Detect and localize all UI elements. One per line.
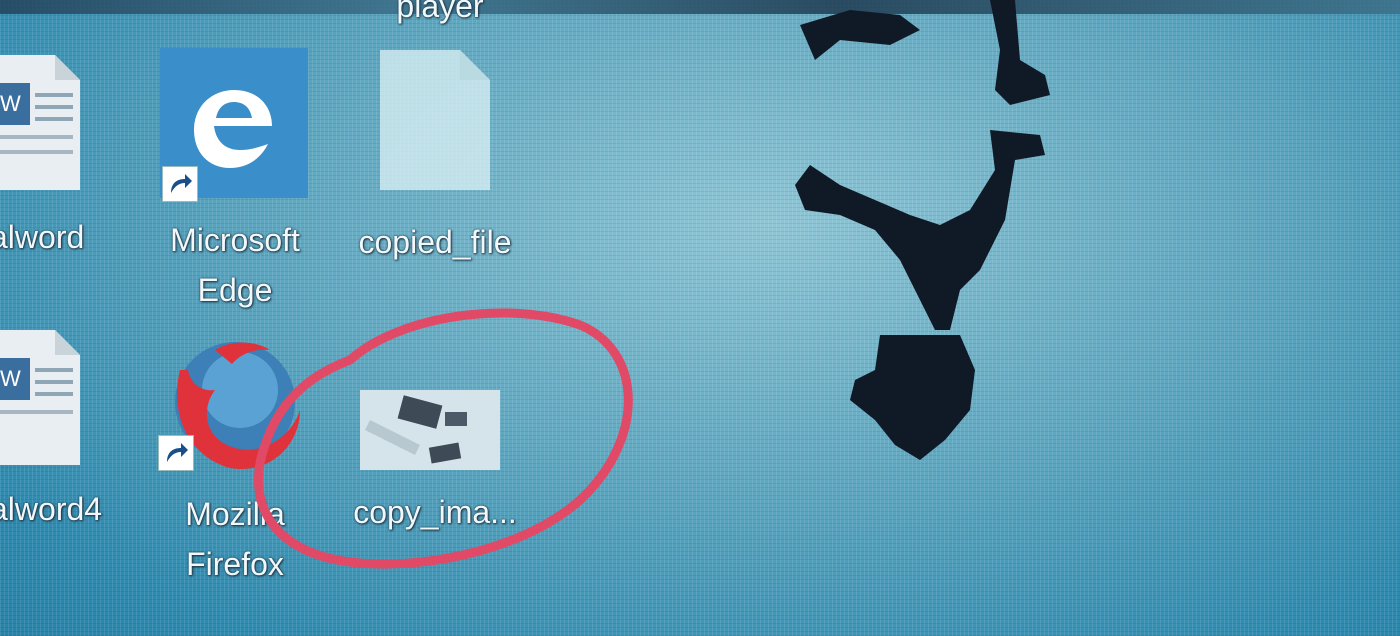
- blank-file-icon: [380, 50, 490, 190]
- desktop-icon-alword4[interactable]: W alword4: [0, 330, 130, 540]
- copied-file-label: copied_file: [358, 224, 512, 260]
- word-document-icon: W: [0, 330, 80, 465]
- wallpaper-silhouette: [795, 0, 1050, 460]
- top-edge-strip: [0, 0, 1400, 14]
- svg-text:W: W: [0, 366, 21, 391]
- shortcut-arrow-icon: [162, 166, 198, 202]
- desktop-icon-microsoft-edge[interactable]: Microsoft Edge: [150, 48, 320, 308]
- desktop-icon-copied-file[interactable]: copied_file: [335, 50, 535, 270]
- annotation-circle: [253, 308, 633, 569]
- alword4-label: alword4: [0, 491, 103, 527]
- alword-label: alword: [0, 219, 85, 255]
- desktop-icon-alword[interactable]: W alword: [0, 55, 120, 285]
- player-label[interactable]: player: [380, 0, 500, 32]
- svg-text:W: W: [0, 91, 21, 116]
- word-document-icon: W: [0, 55, 80, 190]
- shortcut-arrow-icon: [158, 435, 194, 471]
